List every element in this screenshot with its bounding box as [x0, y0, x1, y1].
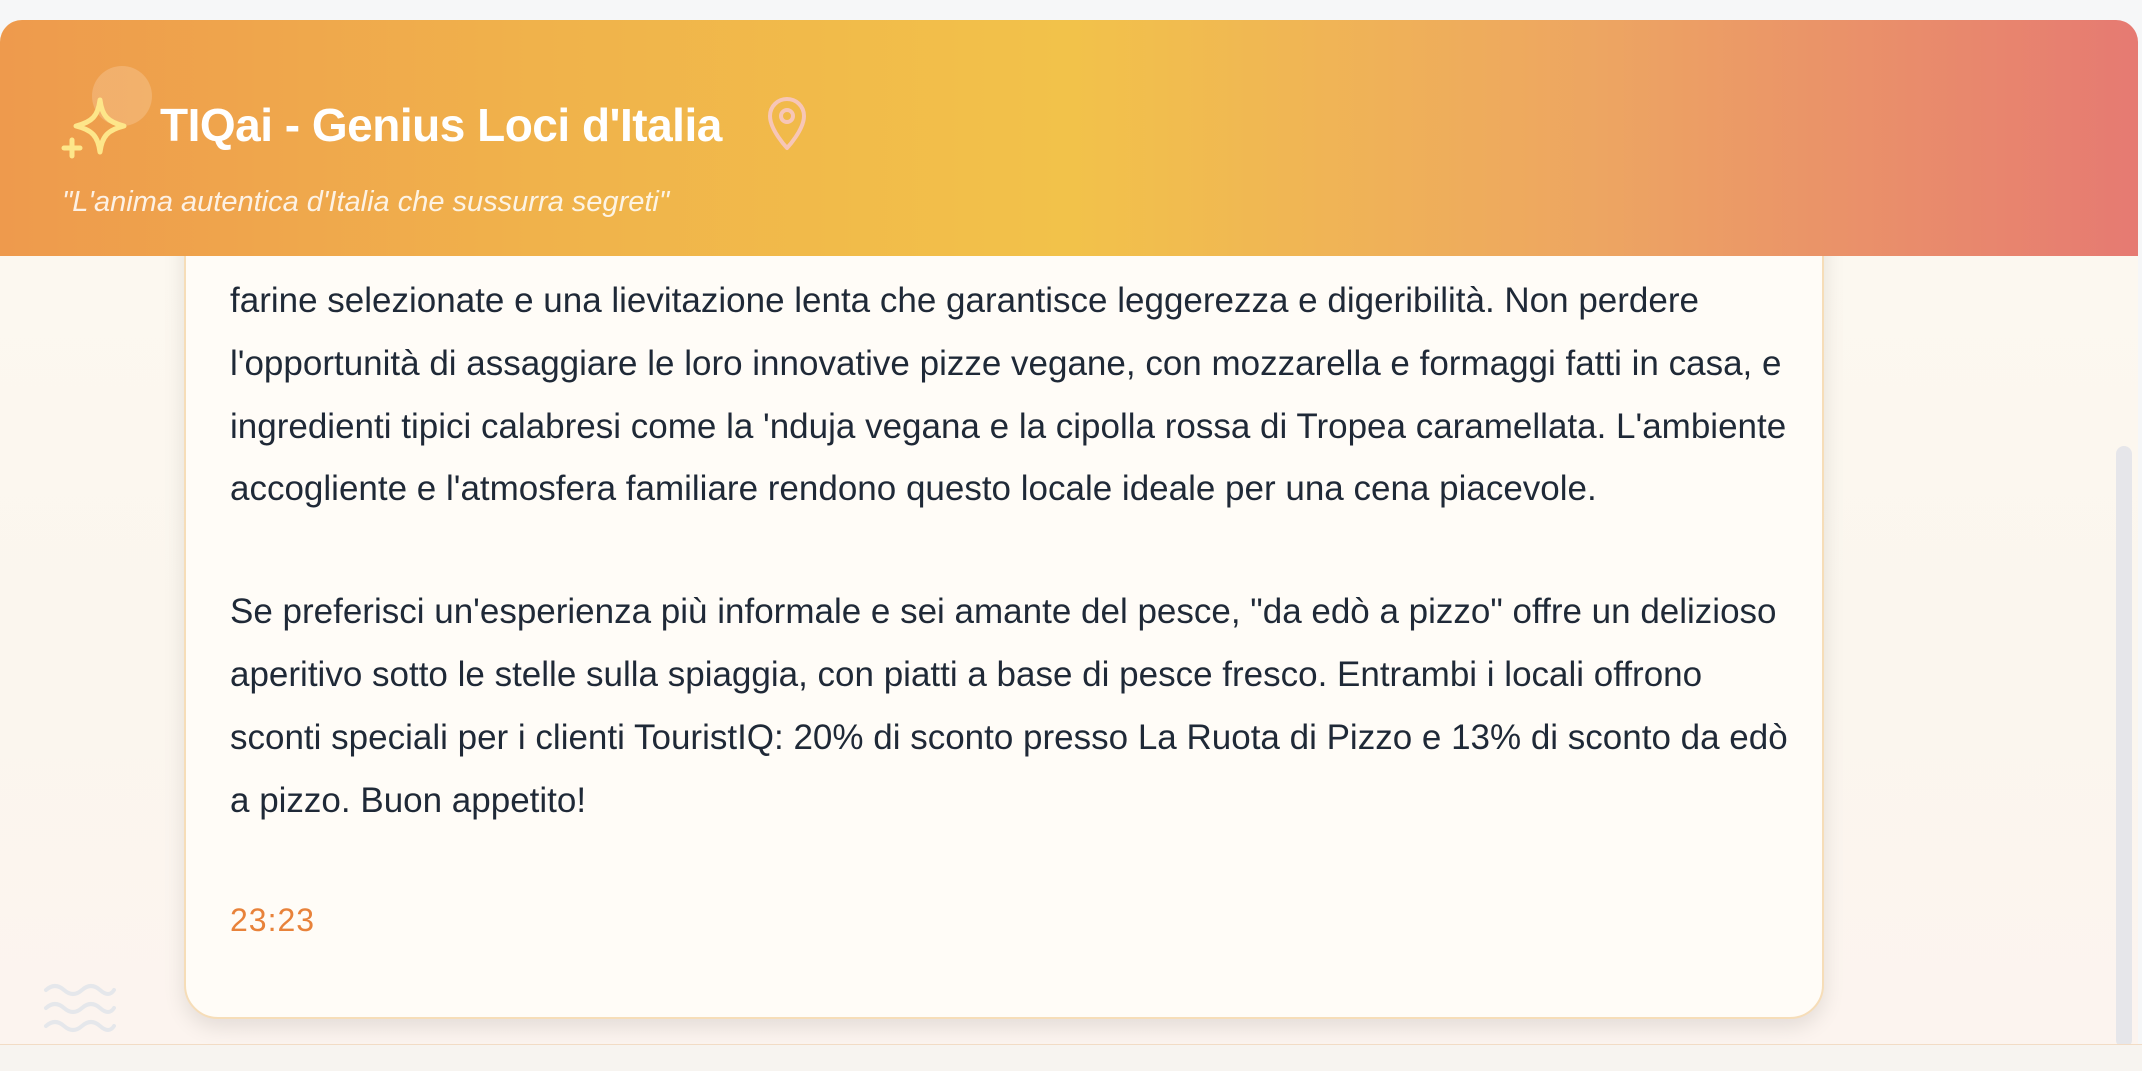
chat-scrollbar[interactable]: [2116, 446, 2132, 1048]
app-subtitle: "L'anima autentica d'Italia che sussurra…: [62, 186, 670, 218]
message-text: farine selezionate e una lievitazione le…: [230, 270, 1800, 832]
app-title: TIQai - Genius Loci d'Italia: [160, 99, 722, 151]
message-paragraph: Se preferisci un'esperienza più informal…: [230, 592, 1788, 820]
sparkle-icon: [61, 97, 127, 159]
chat-area[interactable]: farine selezionate e una lievitazione le…: [0, 176, 2138, 1070]
map-pin-icon: [768, 97, 806, 150]
message-paragraph: farine selezionate e una lievitazione le…: [230, 281, 1787, 509]
message-timestamp: 23:23: [230, 902, 316, 938]
assistant-message-bubble: farine selezionate e una lievitazione le…: [184, 176, 1824, 1019]
waves-icon: [44, 984, 116, 1032]
input-area-edge: [0, 1044, 2142, 1071]
app-window: TIQai - Genius Loci d'Italia "L'anima au…: [0, 20, 2138, 1070]
app-header: TIQai - Genius Loci d'Italia "L'anima au…: [0, 20, 2138, 256]
